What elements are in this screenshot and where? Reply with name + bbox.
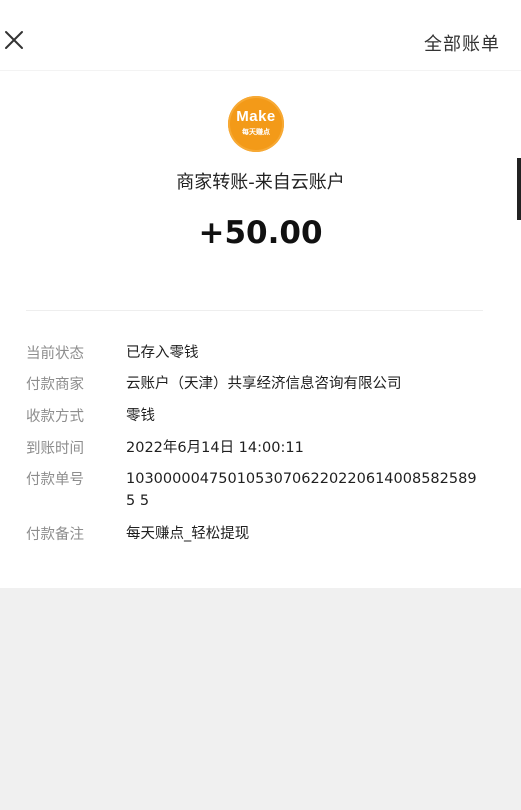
detail-label: 付款单号 bbox=[26, 472, 84, 488]
all-bills-link[interactable]: 全部账单 bbox=[424, 30, 500, 56]
top-bar: 全部账单 bbox=[0, 0, 521, 71]
logo-sub-text: 每天赚点 bbox=[242, 128, 270, 136]
detail-value[interactable]: 103000004750105307062202206140085825895 … bbox=[126, 468, 484, 512]
detail-value: 云账户（天津）共享经济信息咨询有限公司 bbox=[126, 376, 402, 392]
detail-label: 收款方式 bbox=[26, 409, 84, 425]
logo-main-text: Make bbox=[236, 108, 276, 125]
transaction-detail-card: 全部账单 Make 每天赚点 商家转账-来自云账户 +50.00 当前状态 已存… bbox=[0, 0, 521, 588]
detail-value: 已存入零钱 bbox=[126, 345, 199, 361]
transaction-amount: +50.00 bbox=[198, 215, 323, 251]
detail-value: 零钱 bbox=[126, 408, 155, 424]
detail-value: 2022年6月14日 14:00:11 bbox=[126, 440, 304, 456]
divider bbox=[26, 310, 483, 311]
detail-label: 当前状态 bbox=[26, 346, 84, 362]
detail-label: 到账时间 bbox=[26, 441, 84, 457]
merchant-logo: Make 每天赚点 bbox=[228, 96, 284, 152]
transaction-title: 商家转账-来自云账户 bbox=[176, 172, 345, 193]
close-icon[interactable] bbox=[2, 28, 26, 52]
detail-label: 付款备注 bbox=[26, 527, 84, 543]
detail-label: 付款商家 bbox=[26, 377, 84, 393]
detail-value: 每天赚点_轻松提现 bbox=[126, 526, 250, 542]
